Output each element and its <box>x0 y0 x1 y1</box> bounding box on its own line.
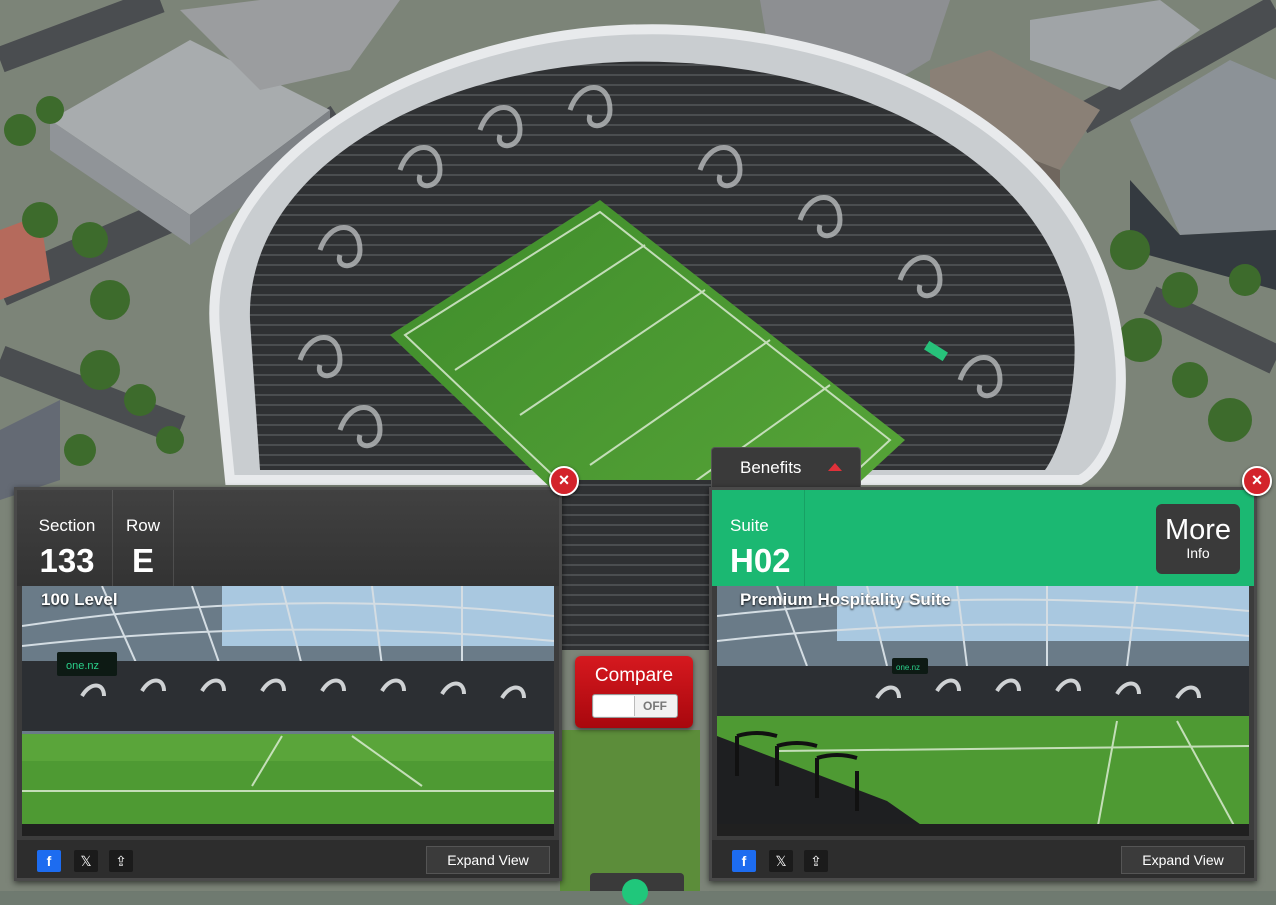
suite-view-image[interactable]: one.nz <box>717 586 1249 836</box>
seat-view-panel-left: Section 133 Row E one.nz 100 Level f 𝕏 ⇪… <box>14 487 562 881</box>
compare-label: Compare <box>594 665 674 686</box>
more-label: More <box>1164 514 1232 546</box>
suite-cell: Suite H02 <box>712 490 805 586</box>
info-label: Info <box>1186 545 1210 561</box>
toggle-knob <box>594 696 635 716</box>
expand-view-button[interactable]: Expand View <box>426 846 550 874</box>
facebook-icon[interactable]: f <box>37 850 61 872</box>
compare-button[interactable]: Compare OFF <box>575 656 693 728</box>
close-icon[interactable]: × <box>1242 466 1272 496</box>
row-cell: Row E <box>113 490 174 586</box>
benefits-label: Benefits <box>740 458 802 477</box>
caret-up-icon <box>828 463 842 471</box>
seat-view-panel-right: Suite H02 More Info one.nz Premium Hospi… <box>709 487 1257 881</box>
close-icon[interactable]: × <box>549 466 579 496</box>
suite-type-label: Premium Hospitality Suite <box>740 590 951 609</box>
suite-label: Suite <box>730 516 769 535</box>
panel-footer: f 𝕏 ⇪ Expand View <box>17 840 559 878</box>
more-info-button[interactable]: More Info <box>1156 504 1240 574</box>
facebook-icon[interactable]: f <box>732 850 756 872</box>
share-icon[interactable]: ⇪ <box>804 850 828 872</box>
section-value: 133 <box>39 542 95 579</box>
seat-view-image[interactable]: one.nz <box>22 586 554 836</box>
section-cell: Section 133 <box>22 490 113 586</box>
bottom-drawer-tab[interactable] <box>590 873 684 905</box>
x-icon[interactable]: 𝕏 <box>74 850 98 872</box>
toggle-state: OFF <box>643 699 667 713</box>
suite-info-header: Suite H02 More Info <box>712 490 1254 586</box>
indicator-dot-icon <box>622 879 648 905</box>
row-label: Row <box>125 516 160 535</box>
share-icon[interactable]: ⇪ <box>109 850 133 872</box>
expand-view-button[interactable]: Expand View <box>1121 846 1245 874</box>
panel-footer: f 𝕏 ⇪ Expand View <box>712 840 1254 878</box>
row-value: E <box>131 542 154 579</box>
seat-info-header: Section 133 Row E <box>17 490 559 586</box>
benefits-tab[interactable]: Benefits <box>711 447 861 488</box>
one-nz-board: one.nz <box>66 660 99 672</box>
suite-value: H02 <box>730 542 791 579</box>
one-nz-board: one.nz <box>896 663 920 672</box>
level-label: 100 Level <box>41 590 118 609</box>
compare-toggle[interactable]: OFF <box>592 694 678 718</box>
x-icon[interactable]: 𝕏 <box>769 850 793 872</box>
section-label: Section <box>38 516 96 535</box>
